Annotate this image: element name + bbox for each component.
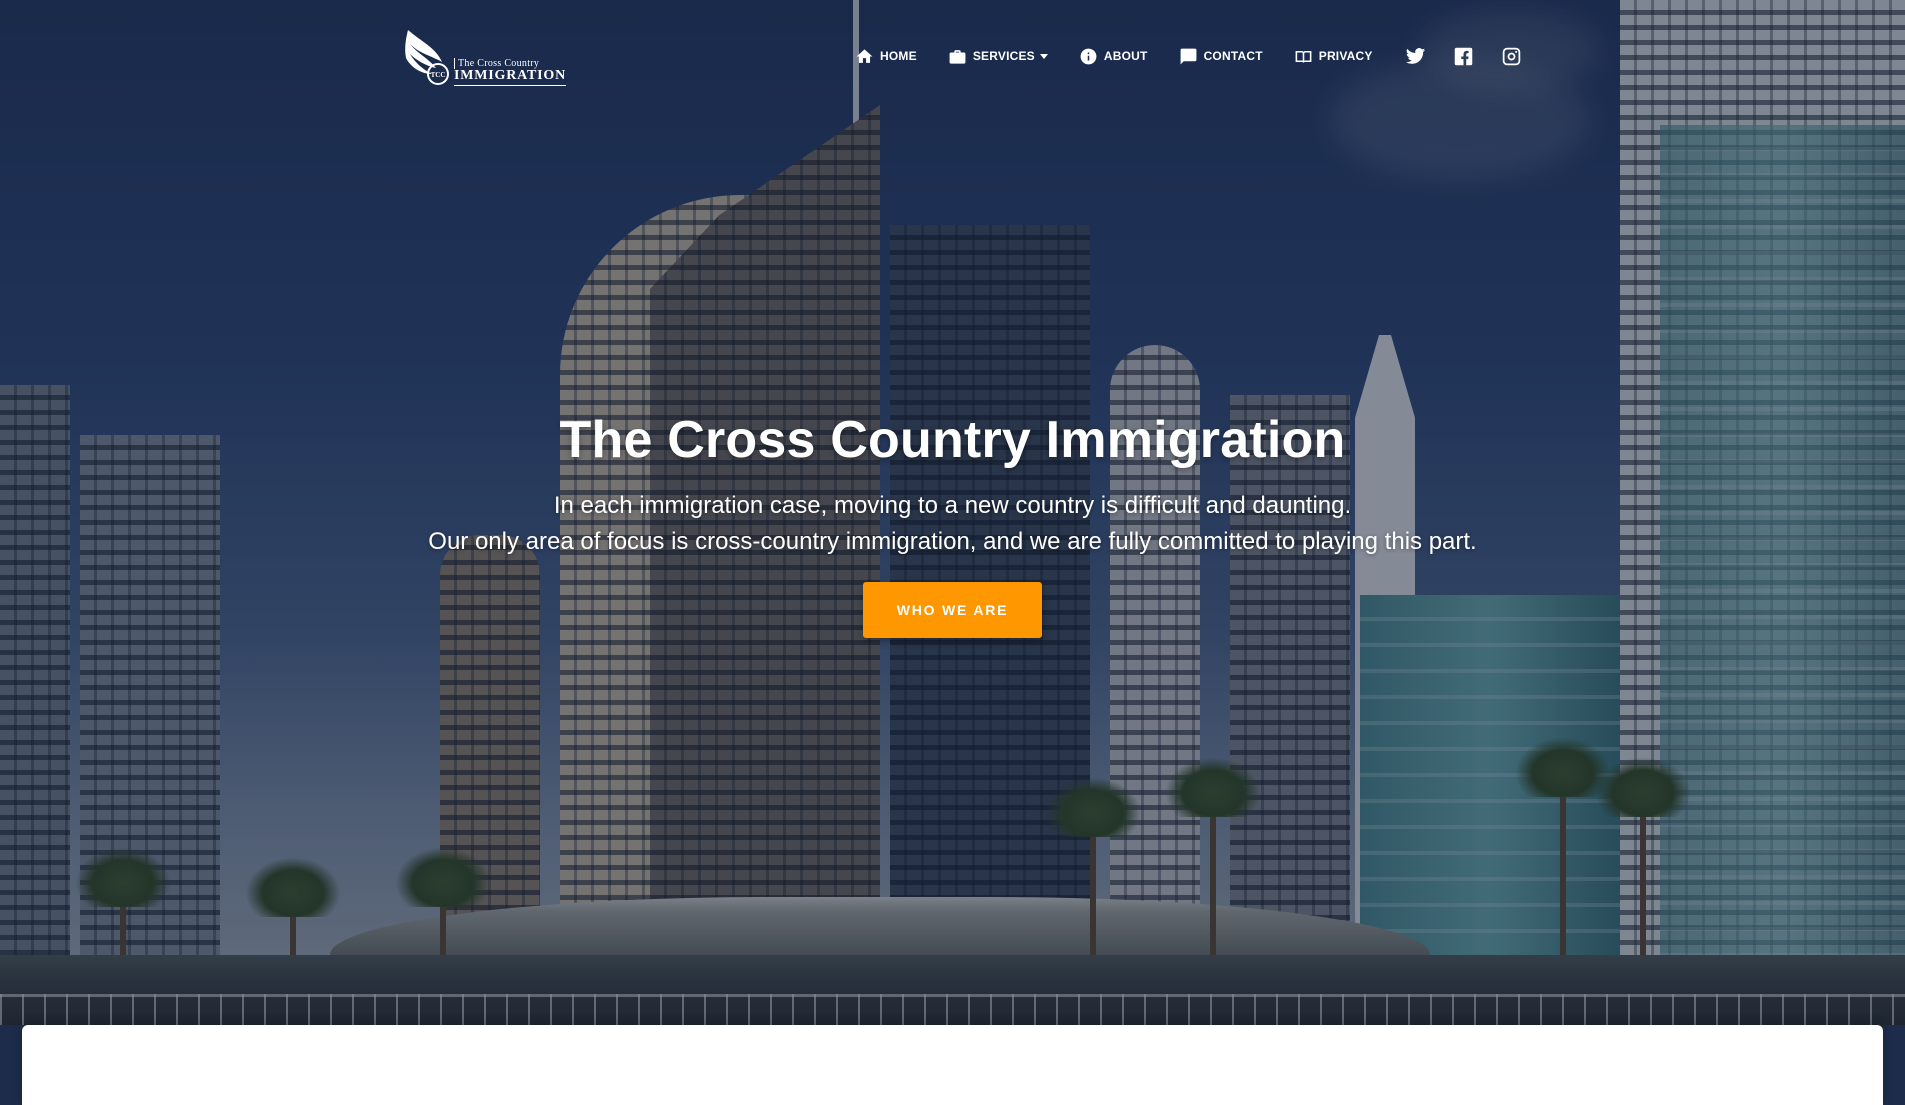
book-icon	[1295, 50, 1312, 63]
brand-line2: IMMIGRATION	[454, 69, 566, 86]
nav-label-about: ABOUT	[1103, 49, 1148, 63]
hero-subtitle: In each immigration case, moving to a ne…	[0, 488, 1905, 560]
nav-label-privacy: PRIVACY	[1318, 49, 1373, 63]
hero-section: The Cross Country Immigration In each im…	[0, 410, 1905, 638]
hero-title: The Cross Country Immigration	[559, 411, 1346, 469]
nav-item-services[interactable]: SERVICES	[948, 47, 1048, 66]
main-content-card	[22, 1025, 1883, 1105]
chat-icon	[1180, 48, 1196, 64]
svg-text:TCC: TCC	[431, 71, 446, 79]
wing-logo-icon: TCC	[405, 30, 449, 85]
instagram-icon	[1502, 47, 1521, 65]
navbar: TCC The Cross Country IMMIGRATION HOME S…	[0, 0, 1905, 110]
brand-logo[interactable]: TCC The Cross Country IMMIGRATION	[402, 28, 566, 92]
who-we-are-button[interactable]: WHO WE ARE	[863, 582, 1042, 638]
twitter-link[interactable]	[1405, 45, 1427, 67]
instagram-link[interactable]	[1501, 45, 1523, 67]
briefcase-icon	[949, 49, 966, 64]
nav-label-contact: CONTACT	[1203, 49, 1263, 63]
brand-wordmark: The Cross Country IMMIGRATION	[454, 58, 566, 86]
main-nav: HOME SERVICES ABOUT CONTACT PRIVACY	[855, 44, 1549, 68]
nav-item-contact[interactable]: CONTACT	[1179, 47, 1263, 66]
hero-subtitle-line1: In each immigration case, moving to a ne…	[553, 492, 1352, 519]
nav-item-home[interactable]: HOME	[855, 47, 917, 66]
nav-item-privacy[interactable]: PRIVACY	[1294, 47, 1373, 66]
facebook-icon	[1454, 47, 1473, 65]
home-icon	[856, 48, 873, 63]
chevron-down-icon	[1039, 53, 1048, 59]
nav-label-home: HOME	[880, 49, 917, 63]
nav-item-about[interactable]: ABOUT	[1079, 47, 1148, 66]
twitter-icon	[1405, 47, 1426, 64]
nav-label-services: SERVICES	[972, 49, 1035, 63]
social-links	[1405, 45, 1549, 67]
facebook-link[interactable]	[1453, 45, 1475, 67]
info-icon	[1080, 48, 1097, 64]
hero-subtitle-line2: Our only area of focus is cross-country …	[428, 528, 1477, 555]
